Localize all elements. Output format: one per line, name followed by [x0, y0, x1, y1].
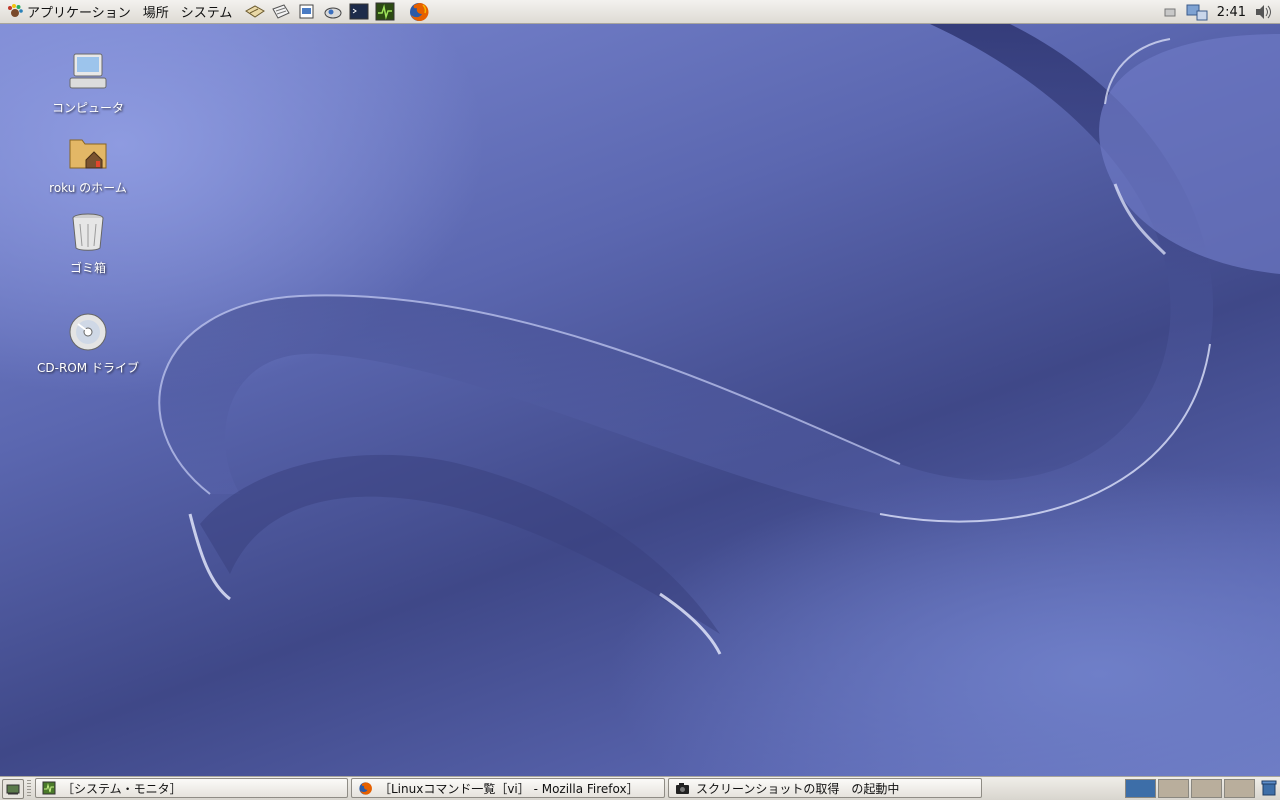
- gnome-foot-icon: [8, 3, 23, 17]
- task-label: スクリーンショットの取得 の起動中: [696, 781, 900, 796]
- places-menu-label: 場所: [142, 6, 169, 21]
- drawing-icon: [324, 7, 342, 18]
- workspace-2[interactable]: [1158, 779, 1189, 798]
- drawing-launcher[interactable]: [322, 2, 344, 22]
- printer-network-icon[interactable]: [1185, 2, 1209, 22]
- system-menu-label: システム: [180, 6, 233, 21]
- desktop[interactable]: コンピュータ roku のホーム ゴミ箱 CD-ROM ドライブ: [0, 24, 1280, 776]
- desktop-icon-label: ゴミ箱: [69, 261, 106, 275]
- network-icon[interactable]: [1163, 5, 1177, 19]
- top-panel: アプリケーション 場所 システム 2:41: [0, 0, 1280, 24]
- firefox-launcher[interactable]: [408, 2, 430, 22]
- workspace-1[interactable]: [1125, 779, 1156, 798]
- firefox-icon: [410, 2, 429, 21]
- mail-icon: [245, 4, 266, 18]
- system-monitor-launcher[interactable]: [374, 2, 396, 22]
- cdrom-icon: [69, 313, 107, 351]
- show-desktop-icon: [6, 784, 20, 795]
- system-monitor-icon: [375, 2, 395, 20]
- desktop-icon-computer[interactable]: コンピュータ: [23, 50, 153, 116]
- task-system-monitor[interactable]: ［システム・モニタ］: [35, 778, 348, 798]
- applications-menu-label: アプリケーション: [27, 6, 131, 21]
- workspace-4[interactable]: [1224, 779, 1255, 798]
- desktop-icon-cdrom[interactable]: CD-ROM ドライブ: [23, 310, 153, 376]
- computer-icon: [69, 53, 107, 89]
- panel-drag-handle[interactable]: [27, 780, 31, 796]
- notification-area: 2:41: [1163, 0, 1280, 24]
- clock[interactable]: 2:41: [1217, 5, 1246, 20]
- trash-icon: [72, 213, 104, 251]
- terminal-launcher[interactable]: [348, 2, 370, 22]
- task-label: ［Linuxコマンド一覧［vi］ - Mozilla Firefox］: [379, 781, 639, 796]
- task-screenshot[interactable]: スクリーンショットの取得 の起動中: [668, 778, 982, 798]
- firefox-icon: [359, 781, 372, 795]
- task-label: ［システム・モニタ］: [62, 781, 182, 796]
- desktop-icon-label: コンピュータ: [51, 101, 124, 115]
- system-monitor-icon: [42, 781, 56, 795]
- writer-icon: [299, 4, 314, 18]
- writer-launcher[interactable]: [296, 2, 318, 22]
- bottom-panel: ［システム・モニタ］ ［Linuxコマンド一覧［vi］ - Mozilla Fi…: [0, 776, 1280, 800]
- launcher-group: [244, 2, 430, 22]
- terminal-icon: [349, 3, 369, 19]
- desktop-icon-home[interactable]: roku のホーム: [23, 130, 153, 196]
- desktop-icon-label: CD-ROM ドライブ: [37, 361, 139, 375]
- wallpaper: [158, 24, 1280, 655]
- desktop-icon-label: roku のホーム: [49, 181, 127, 195]
- task-firefox[interactable]: ［Linuxコマンド一覧［vi］ - Mozilla Firefox］: [351, 778, 665, 798]
- workspace-3[interactable]: [1191, 779, 1222, 798]
- home-folder-icon: [69, 139, 107, 169]
- notes-launcher[interactable]: [270, 2, 292, 22]
- places-menu[interactable]: 場所: [137, 0, 175, 24]
- notes-icon: [272, 3, 291, 19]
- system-menu[interactable]: システム: [175, 0, 239, 24]
- camera-icon: [676, 782, 689, 794]
- desktop-icon-trash[interactable]: ゴミ箱: [23, 210, 153, 276]
- mail-launcher[interactable]: [244, 2, 266, 22]
- applications-menu[interactable]: アプリケーション: [0, 0, 137, 24]
- show-desktop-button[interactable]: [2, 779, 24, 799]
- volume-icon[interactable]: [1254, 3, 1274, 21]
- trash-applet-icon[interactable]: [1261, 780, 1277, 796]
